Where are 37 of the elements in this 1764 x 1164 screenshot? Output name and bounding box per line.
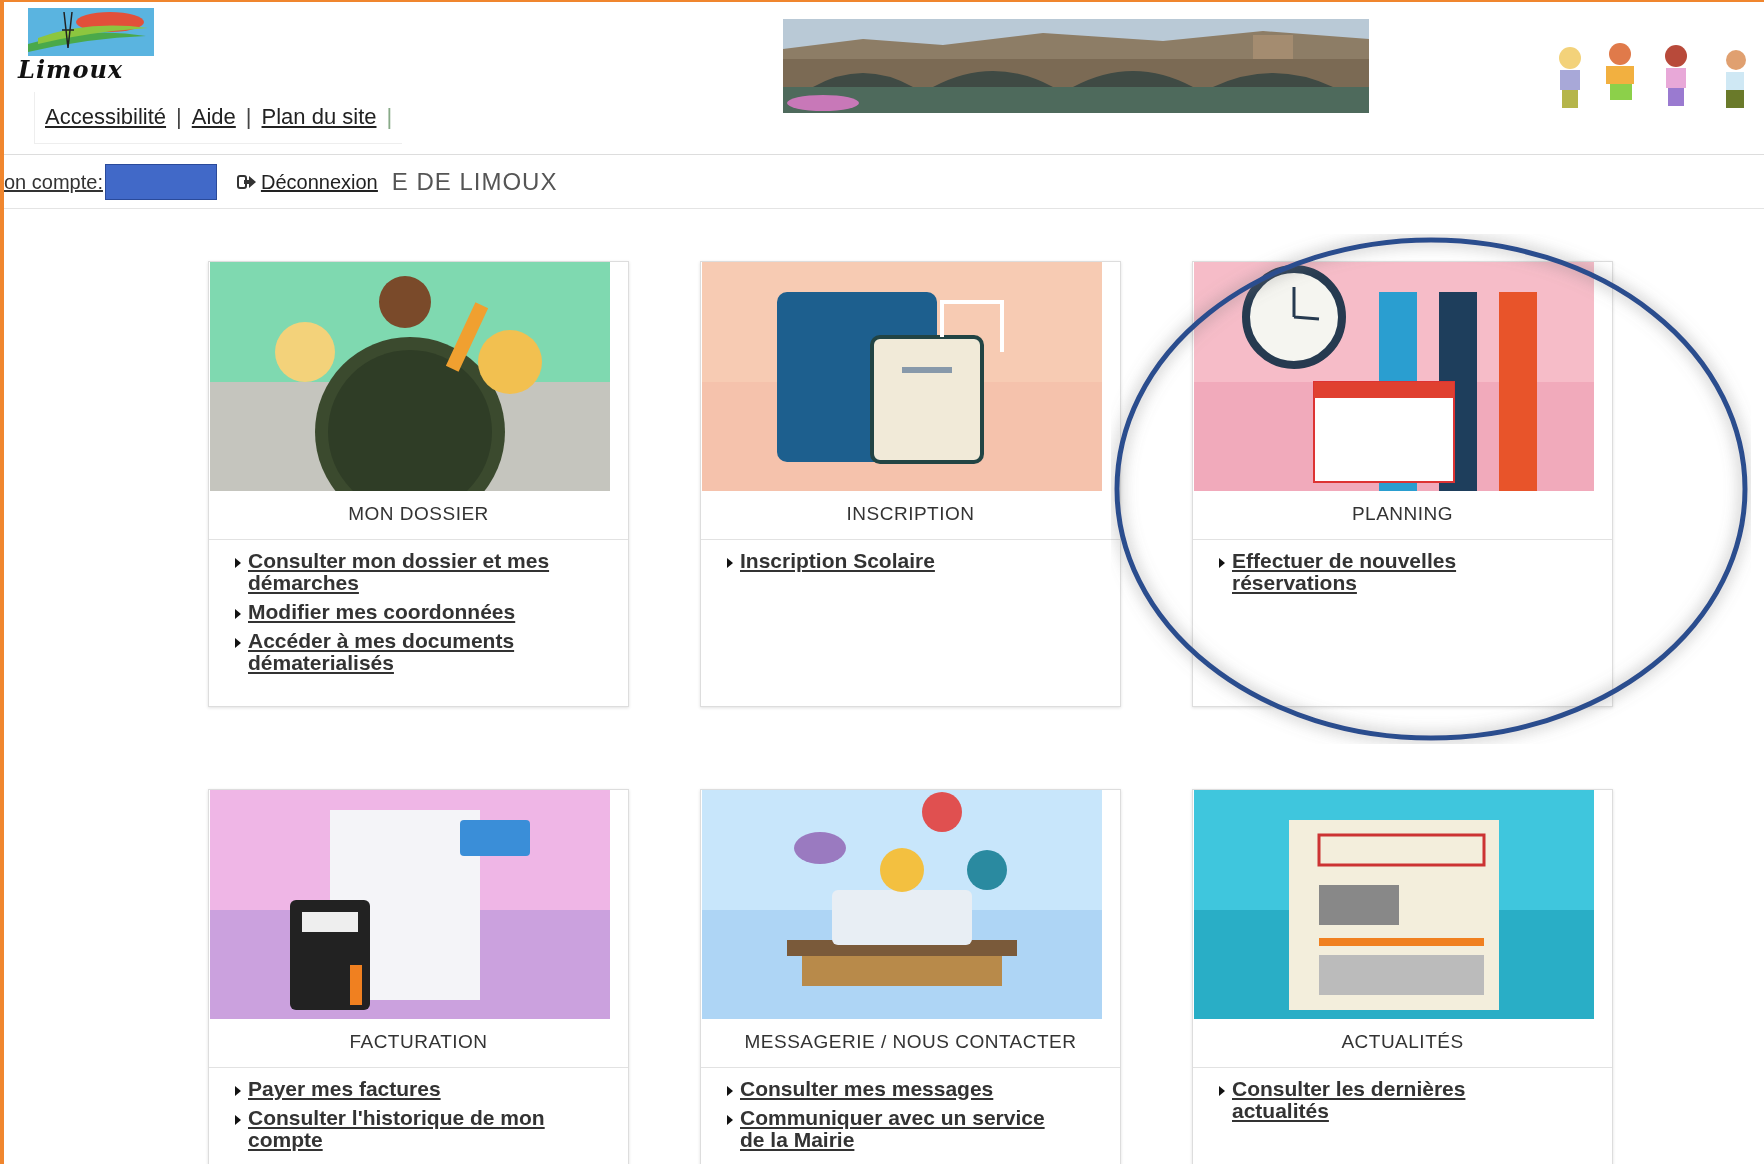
- card-link[interactable]: Effectuer de nouvelles réservations: [1232, 549, 1554, 594]
- card-title: ACTUALITÉS: [1193, 1019, 1612, 1068]
- caret-icon: [727, 1085, 733, 1096]
- caret-icon: [235, 1085, 241, 1096]
- card-link[interactable]: Payer mes factures: [248, 1077, 441, 1100]
- card-link[interactable]: Accéder à mes documents dématerialisés: [248, 629, 570, 674]
- caret-icon: [235, 608, 241, 619]
- caret-icon: [727, 557, 733, 568]
- card-link[interactable]: Communiquer avec un service de la Mairie: [740, 1106, 1062, 1151]
- caret-icon: [235, 1114, 241, 1125]
- logout-icon: [236, 173, 257, 190]
- logo-text: Limoux: [18, 58, 124, 82]
- caret-icon: [235, 557, 241, 568]
- logout-link[interactable]: Déconnexion: [236, 166, 378, 197]
- card-link[interactable]: Modifier mes coordonnées: [248, 600, 516, 623]
- separator: |: [386, 103, 393, 131]
- card-title: MON DOSSIER: [209, 491, 628, 540]
- caret-icon: [1219, 1085, 1225, 1096]
- card-link[interactable]: Consulter l'historique de mon compte: [248, 1106, 570, 1151]
- account-link[interactable]: on compte:: [4, 166, 103, 197]
- card-title: PLANNING: [1193, 491, 1612, 540]
- card-link[interactable]: Consulter mes messages: [740, 1077, 994, 1100]
- separator: |: [245, 103, 252, 131]
- card-title: INSCRIPTION: [701, 491, 1120, 540]
- separator: |: [176, 103, 182, 131]
- card-title: FACTURATION: [209, 1019, 628, 1068]
- caret-icon: [727, 1114, 733, 1125]
- header-link[interactable]: Accessibilité: [45, 100, 167, 133]
- caret-icon: [235, 637, 241, 648]
- card-link[interactable]: Consulter les dernières actualités: [1232, 1077, 1554, 1122]
- portal-title: E DE LIMOUX: [391, 166, 558, 197]
- header-link[interactable]: Plan du site: [261, 100, 377, 133]
- card-title: MESSAGERIE / NOUS CONTACTER: [701, 1019, 1120, 1068]
- caret-icon: [1219, 557, 1225, 568]
- card-link[interactable]: Inscription Scolaire: [740, 549, 935, 572]
- card-link[interactable]: Consulter mon dossier et mes démarches: [248, 549, 570, 594]
- header-link[interactable]: Aide: [191, 100, 236, 133]
